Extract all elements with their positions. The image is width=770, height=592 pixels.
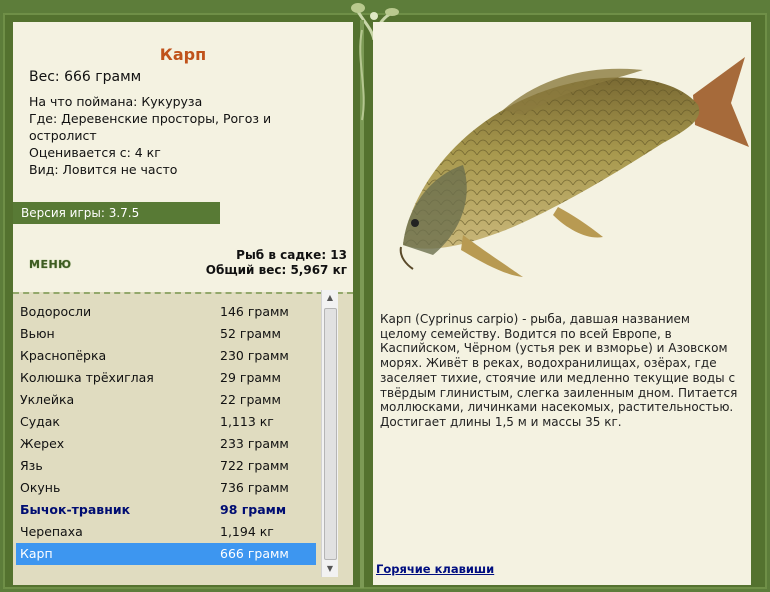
list-item-weight: 736 грамм bbox=[220, 480, 289, 495]
list-item[interactable]: Черепаха 1,194 кг bbox=[16, 521, 316, 543]
fish-description: Карп (Cyprinus carpio) - рыба, давшая на… bbox=[380, 312, 738, 429]
carp-image bbox=[399, 57, 749, 277]
list-item-name: Уклейка bbox=[20, 392, 75, 407]
list-item[interactable]: Окунь 736 грамм bbox=[16, 477, 316, 499]
list-scrollbar[interactable]: ▲ ▼ bbox=[321, 290, 338, 577]
list-item-name: Жерех bbox=[20, 436, 65, 451]
list-item-name: Карп bbox=[20, 546, 53, 561]
scroll-down-icon[interactable]: ▼ bbox=[322, 561, 338, 577]
list-item-weight: 29 грамм bbox=[220, 370, 281, 385]
fish-title: Карп bbox=[159, 45, 207, 64]
list-item[interactable]: Колюшка трёхиглая 29 грамм bbox=[16, 367, 316, 389]
list-item[interactable]: Бычок-травник 98 грамм bbox=[16, 499, 316, 521]
hotkeys-link[interactable]: Горячие клавиши bbox=[376, 562, 494, 576]
list-item-name: Колюшка трёхиглая bbox=[20, 370, 154, 385]
list-item-weight: 146 грамм bbox=[220, 304, 289, 319]
list-item-weight: 666 грамм bbox=[220, 546, 289, 561]
total-weight: Общий вес: 5,967 кг bbox=[205, 263, 347, 277]
list-item-weight: 230 грамм bbox=[220, 348, 289, 363]
location-text: Где: Деревенские просторы, Рогоз и остро… bbox=[29, 111, 272, 143]
list-item[interactable]: Краснопёрка 230 грамм bbox=[16, 345, 316, 367]
list-item-name: Язь bbox=[20, 458, 43, 473]
list-item-name: Бычок-травник bbox=[20, 502, 131, 517]
list-item[interactable]: Водоросли 146 грамм bbox=[16, 301, 316, 323]
list-item[interactable]: Судак 1,113 кг bbox=[16, 411, 316, 433]
fish-count: Рыб в садке: 13 bbox=[236, 248, 347, 262]
fish-info-panel: Карп Вес: 666 грамм На что поймана: Куку… bbox=[13, 22, 353, 585]
scroll-thumb[interactable] bbox=[324, 308, 337, 560]
list-item[interactable]: Уклейка 22 грамм bbox=[16, 389, 316, 411]
price-text: Оценивается с: 4 кг bbox=[29, 145, 161, 160]
list-item-weight: 98 грамм bbox=[220, 502, 287, 517]
list-item-weight: 722 грамм bbox=[220, 458, 289, 473]
list-item-weight: 1,194 кг bbox=[220, 524, 274, 539]
net-stats: Рыб в садке: 13 Общий вес: 5,967 кг bbox=[206, 248, 347, 278]
list-item-name: Судак bbox=[20, 414, 60, 429]
list-item[interactable]: Жерех 233 грамм bbox=[16, 433, 316, 455]
fish-details: На что поймана: Кукуруза Где: Деревенски… bbox=[29, 93, 329, 178]
kind-text: Вид: Ловится не часто bbox=[29, 162, 178, 177]
list-item-selected[interactable]: Карп 666 грамм bbox=[16, 543, 316, 565]
menu-button[interactable]: МЕНЮ bbox=[29, 258, 72, 271]
vine-divider-icon bbox=[359, 20, 365, 588]
version-bar: Версия игры: 3.7.5 bbox=[13, 202, 220, 224]
list-item[interactable]: Вьюн 52 грамм bbox=[16, 323, 316, 345]
catch-list[interactable]: Водоросли 146 грамм Вьюн 52 грамм Краснопё… bbox=[16, 301, 316, 565]
caught-on-text: На что поймана: Кукуруза bbox=[29, 94, 203, 109]
list-item-weight: 233 грамм bbox=[220, 436, 289, 451]
list-item-name: Краснопёрка bbox=[20, 348, 107, 363]
list-item[interactable]: Язь 722 грамм bbox=[16, 455, 316, 477]
divider bbox=[13, 292, 353, 294]
list-item-name: Вьюн bbox=[20, 326, 55, 341]
fish-weight: Вес: 666 грамм bbox=[29, 69, 142, 85]
list-item-name: Водоросли bbox=[20, 304, 92, 319]
list-item-weight: 1,113 кг bbox=[220, 414, 274, 429]
list-item-name: Черепаха bbox=[20, 524, 83, 539]
scroll-up-icon[interactable]: ▲ bbox=[322, 290, 338, 306]
list-item-name: Окунь bbox=[20, 480, 61, 495]
list-item-weight: 22 грамм bbox=[220, 392, 281, 407]
list-item-weight: 52 грамм bbox=[220, 326, 281, 341]
